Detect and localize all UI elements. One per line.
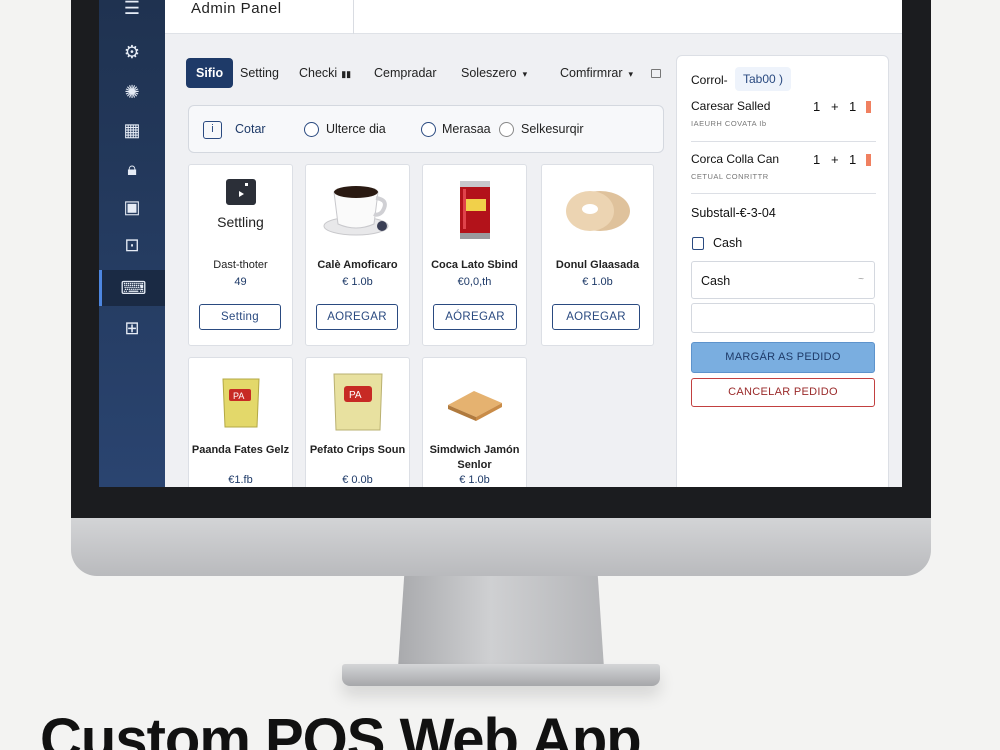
radio-label: Merasaa bbox=[442, 122, 491, 136]
tab-setting[interactable]: Setting bbox=[240, 58, 279, 88]
more-icon[interactable]: ⊞ bbox=[99, 310, 165, 346]
top-bar-divider bbox=[353, 0, 354, 34]
order-tab-badge[interactable]: Tab00 ) bbox=[735, 67, 792, 91]
order-item-name: Corca Colla Can bbox=[691, 152, 780, 166]
filter-label: Cotar bbox=[235, 122, 266, 136]
quantity-value: 1 bbox=[849, 152, 857, 167]
order-item-note: IAEURH COVATA Ib bbox=[691, 119, 767, 128]
divider bbox=[691, 193, 876, 194]
product-price: € 0.0b bbox=[342, 474, 373, 486]
donut-icon bbox=[542, 175, 653, 245]
quantity-value: 1 bbox=[849, 99, 857, 114]
keyboard-icon[interactable]: ⌨ bbox=[99, 270, 165, 306]
settings-icon[interactable]: ⚙ bbox=[99, 34, 165, 70]
chevron-down-icon: ▾ bbox=[628, 69, 634, 79]
sandwich-icon bbox=[423, 368, 526, 438]
confirm-order-button[interactable]: MARGÁR AS PEDIDO bbox=[691, 342, 875, 373]
radio-label: Selkesurqir bbox=[521, 122, 584, 136]
subtotal: Substall-€-3-04 bbox=[691, 206, 776, 220]
order-note-input[interactable] bbox=[691, 303, 875, 333]
product-price: €1.fb bbox=[228, 474, 253, 486]
tab-soleszero[interactable]: Soleszero ▾ bbox=[461, 58, 527, 88]
product-name: Dast-thoter bbox=[213, 259, 268, 271]
payment-method-select[interactable]: Cash ~ bbox=[691, 261, 875, 299]
remove-indicator-icon[interactable] bbox=[866, 101, 871, 113]
settings-tile-icon bbox=[189, 177, 292, 207]
checkbox-label: Cash bbox=[713, 236, 743, 250]
product-card[interactable]: Settling Dast-thoter 49 Setting bbox=[188, 164, 293, 346]
product-name: Paanda Fates Gelz bbox=[191, 444, 290, 456]
product-price: €0,0,th bbox=[457, 276, 492, 288]
order-item-name: Caresar Salled bbox=[691, 99, 771, 113]
select-value: Cash bbox=[701, 274, 731, 288]
tab-checki[interactable]: Checki ▮▮ bbox=[299, 58, 351, 88]
soda-can-icon bbox=[423, 175, 526, 245]
coffee-cup-icon bbox=[306, 175, 409, 245]
svg-text:PA: PA bbox=[233, 391, 244, 401]
menu-icon[interactable]: ☰ bbox=[99, 0, 165, 26]
increment-button[interactable]: + bbox=[831, 152, 839, 167]
order-header: Corrol- bbox=[691, 73, 728, 87]
tab-sifio[interactable]: Sifio bbox=[186, 58, 234, 88]
chips-bag-icon: PA bbox=[306, 368, 409, 438]
chevron-down-icon: ▾ bbox=[522, 69, 528, 79]
setting-button[interactable]: Setting bbox=[199, 304, 281, 330]
top-bar: Admin Panel bbox=[165, 0, 902, 34]
product-name: Pefato Crips Soun bbox=[309, 444, 406, 456]
sidebar: ☰ ⚙ ✺ ▦ 🔒︎ ▣ ⊡ ⌨ ⊞ bbox=[99, 0, 165, 487]
box-icon[interactable]: ▣ bbox=[99, 189, 165, 225]
increment-button[interactable]: + bbox=[831, 99, 839, 114]
grid-view-icon[interactable] bbox=[651, 69, 661, 78]
product-name: Donul Glaasada bbox=[555, 259, 640, 271]
product-price: € 1.0b bbox=[459, 474, 490, 486]
product-card[interactable]: Donul Glaasada € 1.0b AOREGAR bbox=[541, 164, 654, 346]
info-icon[interactable]: i bbox=[203, 121, 222, 139]
remove-indicator-icon[interactable] bbox=[866, 154, 871, 166]
app-screen: ☰ ⚙ ✺ ▦ 🔒︎ ▣ ⊡ ⌨ ⊞ Admin Panel Sifio Set… bbox=[99, 0, 902, 487]
svg-text:PA: PA bbox=[349, 390, 362, 401]
product-name: Coca Lato Sbind bbox=[431, 259, 518, 271]
product-card[interactable]: Coca Lato Sbind €0,0,th AÓREGAR bbox=[422, 164, 527, 346]
monitor-stand-neck bbox=[398, 576, 604, 668]
card-header: Settling bbox=[217, 214, 264, 230]
product-card[interactable]: PA Pefato Crips Soun € 0.0b bbox=[305, 357, 410, 487]
product-name: Simdwich Jamón Senlor bbox=[429, 444, 520, 471]
register-icon[interactable]: ⊡ bbox=[99, 227, 165, 263]
add-button[interactable]: AOREGAR bbox=[552, 304, 640, 330]
chips-bag-icon: PA bbox=[189, 368, 292, 438]
radio-ulterce-dia[interactable] bbox=[304, 122, 319, 137]
tab-checki-badge-icon: ▮▮ bbox=[341, 69, 352, 79]
product-card[interactable]: Calè Amoficaro € 1.0b AOREGAR bbox=[305, 164, 410, 346]
add-button[interactable]: AÓREGAR bbox=[433, 304, 517, 330]
category-tabs: Sifio Setting Checki ▮▮ Cempradar Solesze… bbox=[186, 58, 666, 88]
product-price: 49 bbox=[234, 276, 247, 288]
radio-selkesurqir[interactable] bbox=[499, 122, 514, 137]
cancel-order-button[interactable]: CANCELAR PEDIDO bbox=[691, 378, 875, 407]
product-price: € 1.0b bbox=[342, 276, 373, 288]
calendar-icon[interactable]: ▦ bbox=[99, 112, 165, 148]
order-item-note: CETUAL CONRITTR bbox=[691, 172, 769, 181]
product-card[interactable]: Simdwich Jamón Senlor € 1.0b bbox=[422, 357, 527, 487]
page-title: Admin Panel bbox=[191, 0, 282, 17]
monitor-chin bbox=[71, 518, 931, 576]
add-button[interactable]: AOREGAR bbox=[316, 304, 398, 330]
order-panel: Corrol- Tab00 ) Caresar Salled IAEURH CO… bbox=[676, 55, 889, 487]
quantity-value: 1 bbox=[813, 152, 821, 167]
gear-icon[interactable]: ✺ bbox=[99, 74, 165, 110]
product-price: € 1.0b bbox=[582, 276, 613, 288]
product-card[interactable]: PA Paanda Fates Gelz €1.fb bbox=[188, 357, 293, 487]
monitor-stand-foot bbox=[342, 664, 660, 686]
radio-merasaa[interactable] bbox=[421, 122, 436, 137]
cash-checkbox[interactable] bbox=[692, 237, 704, 250]
headline: Custom POS Web App bbox=[40, 707, 642, 750]
quantity-value: 1 bbox=[813, 99, 821, 114]
tab-cempradar[interactable]: Cempradar bbox=[374, 58, 437, 88]
product-name: Calè Amoficaro bbox=[317, 259, 398, 271]
lock-icon[interactable]: 🔒︎ bbox=[99, 151, 165, 187]
tab-comfirmrar[interactable]: Comfirmrar ▾ bbox=[560, 58, 633, 88]
radio-label: Ulterce dia bbox=[326, 122, 386, 136]
divider bbox=[691, 141, 876, 142]
chevron-down-icon: ~ bbox=[858, 274, 864, 285]
filter-bar: i Cotar Ulterce dia Merasaa Selkesurqir bbox=[188, 105, 664, 153]
